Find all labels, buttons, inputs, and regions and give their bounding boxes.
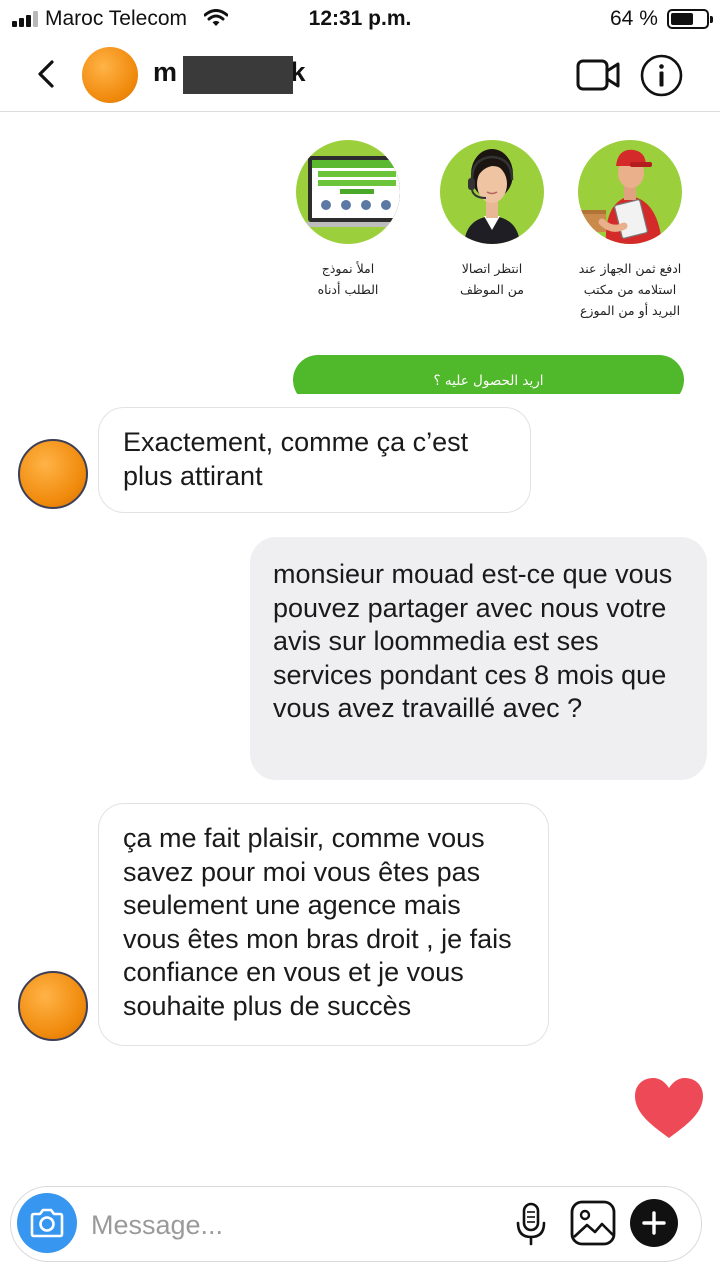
signal-strength-icon — [12, 11, 40, 27]
contact-avatar-small[interactable] — [18, 439, 88, 509]
step3-caption: ادفع ثمن الجهاز عند استلامه من مكتب البر… — [578, 261, 682, 318]
contact-avatar-small[interactable] — [18, 971, 88, 1041]
shared-image[interactable]: املأ نموذج الطلب أدناه انتظر اتصالا من ا… — [288, 130, 702, 394]
info-icon[interactable] — [640, 54, 683, 97]
incoming-message[interactable]: ça me fait plaisir, comme vous savez pou… — [98, 803, 549, 1046]
step1-caption: املأ نموذج الطلب أدناه — [317, 261, 379, 297]
step3-illustration — [578, 140, 682, 244]
back-chevron-icon[interactable] — [30, 54, 64, 94]
outgoing-message[interactable]: monsieur mouad est-ce que vous pouvez pa… — [250, 537, 707, 780]
redaction-bar — [183, 56, 293, 94]
camera-button[interactable] — [17, 1193, 77, 1253]
delivery-man-icon — [578, 149, 662, 244]
plus-icon — [642, 1211, 666, 1235]
battery-percentage: 64 % — [610, 7, 658, 30]
camera-icon — [30, 1208, 64, 1238]
step2-caption: انتظر اتصالا من الموظف — [459, 261, 525, 297]
battery-icon — [667, 9, 713, 29]
message-input[interactable] — [91, 1205, 491, 1245]
chat-header: mrk — [0, 40, 720, 112]
microphone-icon[interactable] — [514, 1201, 548, 1247]
video-call-icon[interactable] — [575, 55, 621, 95]
add-button[interactable] — [630, 1199, 678, 1247]
message-composer — [10, 1186, 702, 1262]
incoming-message[interactable]: Exactement, comme ça c’est plus attirant — [98, 407, 531, 513]
order-button: اريد الحصول عليه ؟ — [293, 355, 684, 394]
laptop-icon — [300, 156, 400, 227]
carrier-name: Maroc Telecom — [45, 7, 187, 30]
status-bar: Maroc Telecom 12:31 p.m. 64 % — [0, 0, 720, 38]
support-agent-icon — [464, 149, 520, 244]
battery-level — [671, 13, 693, 25]
wifi-icon — [204, 9, 228, 26]
step2-illustration — [440, 140, 544, 244]
gallery-icon[interactable] — [569, 1199, 617, 1247]
contact-avatar[interactable] — [82, 47, 138, 103]
heart-icon[interactable] — [633, 1076, 705, 1140]
step1-illustration — [296, 140, 400, 244]
